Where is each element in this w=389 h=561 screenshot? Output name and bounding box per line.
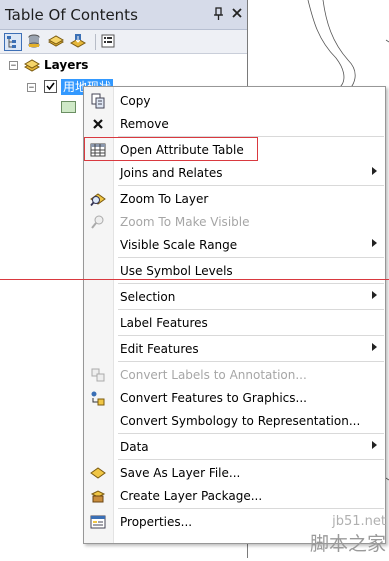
- menu-item-label: Data: [120, 440, 149, 454]
- menu-item-label: Remove: [120, 117, 169, 131]
- menu-item-zoom-to-make-visible[interactable]: Zoom To Make Visible: [84, 211, 385, 233]
- zoom-visible-icon: [90, 214, 106, 230]
- menu-item-label-features[interactable]: Label Features: [84, 312, 385, 334]
- menu-item-label: Save As Layer File...: [120, 466, 241, 480]
- layers-frame-icon: [23, 58, 41, 75]
- layer-visibility-checkbox[interactable]: [44, 80, 57, 93]
- menu-item-label: Label Features: [120, 316, 208, 330]
- menu-item-joins-and-relates[interactable]: Joins and Relates: [84, 162, 385, 184]
- submenu-arrow-icon: [372, 167, 377, 175]
- menu-separator: [118, 136, 384, 137]
- layer-package-icon: [90, 488, 106, 504]
- menu-item-label: Zoom To Layer: [120, 192, 209, 206]
- menu-separator: [118, 335, 384, 336]
- list-by-selection-icon[interactable]: [69, 33, 88, 51]
- menu-item-label: Open Attribute Table: [120, 143, 244, 157]
- watermark-url: jb51.net: [332, 514, 386, 529]
- menu-item-label: Convert Labels to Annotation...: [120, 368, 307, 382]
- copy-icon: [90, 93, 106, 109]
- menu-separator: [118, 257, 384, 258]
- menu-item-save-as-layer-file[interactable]: Save As Layer File...: [84, 462, 385, 484]
- submenu-arrow-icon: [372, 239, 377, 247]
- submenu-arrow-icon: [372, 291, 377, 299]
- pin-icon[interactable]: [212, 7, 226, 21]
- layer-symbol-swatch: [61, 101, 76, 113]
- zoom-to-layer-icon: [90, 191, 106, 207]
- menu-separator: [118, 459, 384, 460]
- menu-item-remove[interactable]: Remove: [84, 113, 385, 135]
- menu-item-label: Visible Scale Range: [120, 238, 238, 252]
- menu-separator: [118, 283, 384, 284]
- menu-item-selection[interactable]: Selection: [84, 286, 385, 308]
- menu-item-label: Copy: [120, 94, 151, 108]
- close-icon[interactable]: [230, 7, 244, 21]
- menu-item-label: Edit Features: [120, 342, 199, 356]
- list-by-source-icon[interactable]: [26, 33, 44, 51]
- menu-separator: [118, 508, 384, 509]
- menu-item-edit-features[interactable]: Edit Features: [84, 338, 385, 360]
- menu-item-zoom-to-layer[interactable]: Zoom To Layer: [84, 188, 385, 210]
- menu-item-data[interactable]: Data: [84, 436, 385, 458]
- layer-context-menu: Copy Remove Open Attribute Table Joins a…: [83, 86, 386, 544]
- menu-item-label: Joins and Relates: [120, 166, 223, 180]
- menu-item-label: Convert Features to Graphics...: [120, 391, 307, 405]
- menu-separator: [118, 433, 384, 434]
- menu-item-convert-features-to-graphics[interactable]: Convert Features to Graphics...: [84, 387, 385, 409]
- menu-item-label: Convert Symbology to Representation...: [120, 414, 361, 428]
- menu-separator: [118, 185, 384, 186]
- menu-separator: [118, 361, 384, 362]
- submenu-arrow-icon: [372, 441, 377, 449]
- convert-features-icon: [90, 390, 106, 406]
- list-by-visibility-icon[interactable]: [47, 33, 66, 51]
- menu-item-convert-labels-to-annotation[interactable]: Convert Labels to Annotation...: [84, 364, 385, 386]
- menu-item-label: Zoom To Make Visible: [120, 215, 250, 229]
- toc-title: Table Of Contents: [5, 6, 138, 24]
- properties-icon: [90, 514, 106, 530]
- toc-toolbar: [0, 30, 247, 54]
- collapse-layers-icon[interactable]: −: [9, 61, 18, 71]
- menu-item-create-layer-package[interactable]: Create Layer Package...: [84, 485, 385, 507]
- watermark: jb51.net 脚本之家: [310, 514, 386, 556]
- menu-item-use-symbol-levels[interactable]: Use Symbol Levels: [84, 260, 385, 282]
- menu-item-label: Selection: [120, 290, 176, 304]
- menu-item-visible-scale-range[interactable]: Visible Scale Range: [84, 234, 385, 256]
- collapse-layer-icon[interactable]: −: [27, 83, 36, 93]
- options-icon[interactable]: [100, 33, 118, 51]
- watermark-text: 脚本之家: [309, 533, 386, 555]
- menu-separator: [118, 309, 384, 310]
- table-icon: [90, 142, 106, 158]
- submenu-arrow-icon: [372, 343, 377, 351]
- menu-item-open-attribute-table[interactable]: Open Attribute Table: [84, 139, 385, 161]
- toc-titlebar: Table Of Contents: [0, 0, 247, 30]
- menu-item-copy[interactable]: Copy: [84, 90, 385, 112]
- toolbar-divider: [95, 34, 96, 50]
- list-by-drawing-order-icon[interactable]: [4, 33, 22, 51]
- menu-item-label: Create Layer Package...: [120, 489, 263, 503]
- remove-icon: [90, 116, 106, 132]
- convert-labels-icon: [90, 367, 106, 383]
- menu-item-convert-symbology-to-representation[interactable]: Convert Symbology to Representation...: [84, 410, 385, 432]
- menu-item-label: Properties...: [120, 515, 193, 529]
- layers-frame-label: Layers: [44, 58, 89, 72]
- menu-item-label: Use Symbol Levels: [120, 264, 233, 278]
- layer-file-icon: [90, 465, 106, 481]
